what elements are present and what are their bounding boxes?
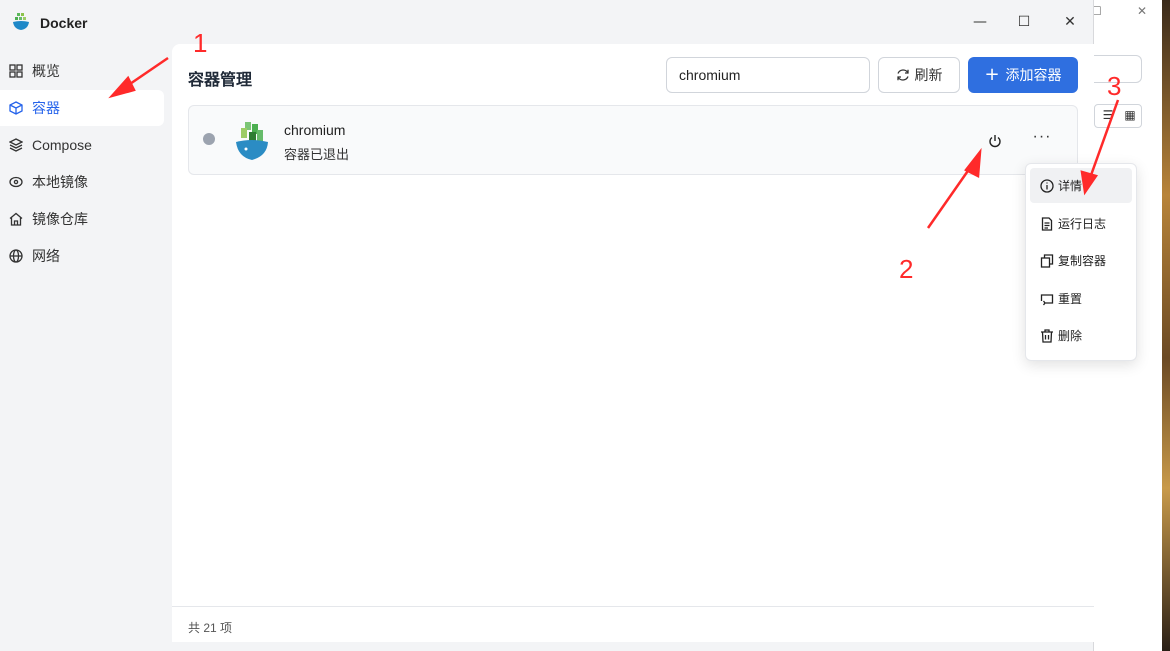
container-name: chromium (284, 122, 346, 138)
menu-item-reset[interactable]: 重置 (1030, 281, 1132, 316)
main-content: 容器管理 刷新 + 添加容器 chromium (172, 44, 1094, 642)
view-toggle[interactable]: ☰ ▦ (1094, 104, 1142, 128)
menu-item-logs[interactable]: 运行日志 (1030, 206, 1132, 241)
annotation-number-2: 2 (899, 254, 914, 284)
item-count: 共 21 项 (188, 621, 233, 635)
sidebar-item-label: 网络 (32, 248, 60, 264)
menu-item-label: 运行日志 (1058, 216, 1107, 231)
minimize-icon[interactable]: — (970, 12, 990, 32)
sidebar-item-label: Compose (32, 137, 92, 153)
grid-view-icon[interactable]: ▦ (1121, 108, 1139, 124)
disk-icon (9, 176, 23, 188)
power-icon[interactable] (984, 130, 1006, 152)
container-row[interactable]: chromium 容器已退出 ··· (188, 105, 1078, 175)
search-input[interactable] (666, 57, 870, 93)
layers-icon (9, 138, 23, 152)
docker-window: Docker — ☐ ✕ 概览 容器 Compose 本地镜像 镜像仓库 网络 … (0, 0, 1094, 651)
cube-icon (9, 101, 23, 115)
footer: 共 21 项 (172, 606, 1094, 642)
add-container-label: 添加容器 (1005, 67, 1062, 83)
menu-item-copy[interactable]: 复制容器 (1030, 243, 1132, 278)
home-icon (9, 212, 23, 226)
close-icon: ✕ (1137, 4, 1148, 18)
list-view-icon[interactable]: ☰ (1099, 108, 1117, 124)
refresh-button[interactable]: 刷新 (878, 57, 960, 93)
menu-item-details[interactable]: 详情 (1030, 168, 1132, 203)
sidebar-item-compose[interactable]: Compose (0, 127, 164, 163)
menu-item-delete[interactable]: 删除 (1030, 318, 1132, 353)
page-title: 容器管理 (188, 72, 253, 89)
sidebar-item-label: 镜像仓库 (32, 211, 88, 227)
sidebar-item-label: 本地镜像 (32, 174, 88, 190)
refresh-label: 刷新 (914, 67, 943, 83)
sidebar-item-local-images[interactable]: 本地镜像 (0, 164, 164, 200)
chromium-container-icon (236, 122, 268, 160)
reset-icon (1040, 293, 1054, 305)
desktop-wallpaper (1162, 0, 1170, 651)
container-actions-menu: 详情 运行日志 复制容器 重置 删除 (1025, 163, 1137, 361)
menu-item-label: 详情 (1058, 179, 1083, 193)
annotation-number-3: 3 (1107, 71, 1122, 101)
maximize-icon[interactable]: ☐ (1014, 12, 1034, 32)
log-icon (1041, 216, 1053, 231)
copy-icon (1040, 254, 1054, 268)
add-container-button[interactable]: + 添加容器 (968, 57, 1078, 93)
info-icon (1040, 179, 1054, 193)
docker-logo-icon (13, 13, 29, 30)
more-options-icon[interactable]: ··· (1031, 128, 1053, 150)
menu-item-label: 重置 (1058, 291, 1083, 306)
refresh-icon (896, 69, 909, 81)
sidebar: 概览 容器 Compose 本地镜像 镜像仓库 网络 (0, 52, 172, 275)
sidebar-item-network[interactable]: 网络 (0, 238, 164, 274)
sidebar-item-containers[interactable]: 容器 (0, 90, 164, 126)
menu-item-label: 删除 (1058, 329, 1083, 343)
close-icon[interactable]: ✕ (1060, 12, 1080, 32)
sidebar-item-label: 容器 (32, 100, 60, 116)
plus-icon: + (984, 64, 1000, 85)
grid-icon (9, 64, 23, 78)
globe-icon (9, 249, 23, 263)
app-title: Docker (40, 15, 88, 31)
container-status: 容器已退出 (284, 147, 350, 162)
sidebar-item-label: 概览 (32, 63, 60, 79)
annotation-number-1: 1 (193, 28, 208, 58)
sidebar-item-overview[interactable]: 概览 (0, 53, 164, 89)
trash-icon (1041, 329, 1053, 343)
status-dot (203, 133, 215, 145)
titlebar: Docker — ☐ ✕ (0, 0, 1094, 44)
sidebar-item-registry[interactable]: 镜像仓库 (0, 201, 164, 237)
menu-item-label: 复制容器 (1058, 254, 1107, 268)
